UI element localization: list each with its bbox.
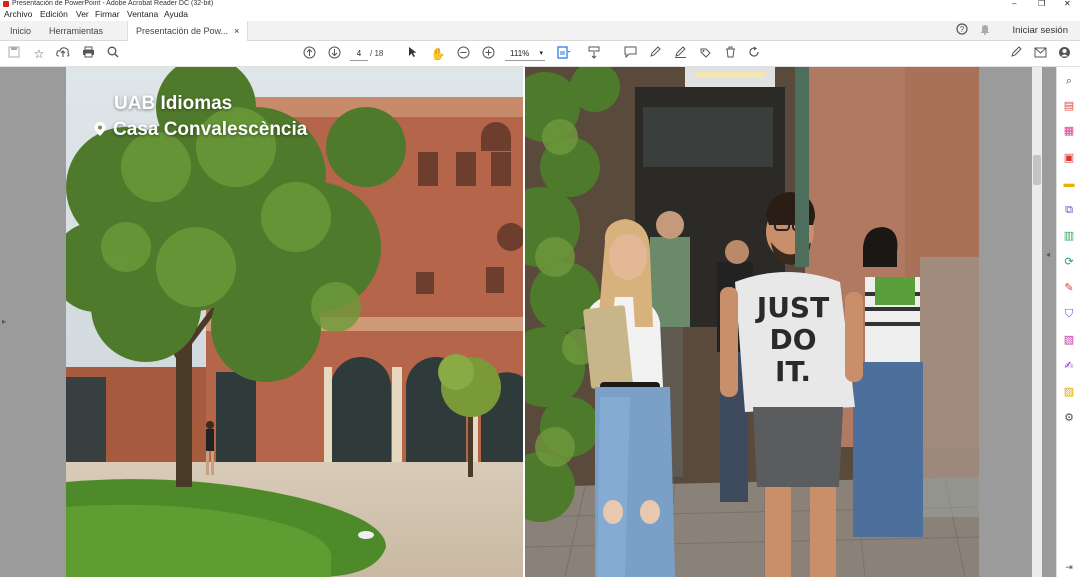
more-tools-icon[interactable]: ⚙ (1061, 410, 1077, 426)
svg-text:?: ? (960, 25, 965, 34)
shirt-text-line1: JUST (755, 291, 829, 324)
tab-home[interactable]: Inicio (10, 21, 31, 41)
page-number-input[interactable]: 4 (350, 47, 368, 61)
trash-icon[interactable] (722, 46, 738, 62)
fill-sign-icon[interactable] (1008, 46, 1024, 62)
zoom-level-value: 111% (510, 49, 530, 58)
slide-heading: UAB Idiomas (114, 93, 233, 114)
title-bar: Presentación de PowerPoint - Adobe Acrob… (0, 0, 1080, 8)
create-pdf-icon[interactable]: ▦ (1061, 123, 1077, 139)
location-pin-icon (94, 122, 106, 136)
account-icon[interactable] (1056, 46, 1072, 62)
vertical-scrollbar[interactable] (1032, 67, 1042, 577)
fill-sign-tool-icon[interactable]: ✎ (1061, 280, 1077, 296)
comment-tool-icon[interactable]: ▬ (1061, 176, 1077, 192)
prepare-form-icon[interactable]: ▧ (1061, 332, 1077, 348)
maximize-button[interactable]: ❐ (1038, 0, 1045, 8)
slide-location-text: Casa Convalescència (113, 119, 308, 140)
edit-pdf-icon[interactable]: ▣ (1061, 150, 1077, 166)
building-illustration (66, 67, 523, 577)
menu-edicion[interactable]: Edición (40, 8, 68, 21)
search-icon[interactable] (105, 46, 121, 62)
minimize-button[interactable]: – (1012, 0, 1016, 8)
mail-icon[interactable] (1032, 46, 1048, 62)
menu-archivo[interactable]: Archivo (4, 8, 32, 21)
export-pdf-icon[interactable]: ▤ (1061, 98, 1077, 114)
page-total: / 18 (370, 49, 384, 58)
left-panel-toggle-icon[interactable]: ▸ (2, 317, 6, 326)
scrollbar-thumb[interactable] (1033, 155, 1041, 185)
zoom-level-select[interactable]: 111% ▾ (505, 47, 545, 61)
building-photo: UAB Idiomas Casa Convalescència (66, 67, 523, 577)
shirt-text-line3: IT. (775, 355, 811, 388)
menu-ventana[interactable]: Ventana (127, 8, 158, 21)
arrow-down-icon[interactable] (326, 46, 342, 62)
tab-tools[interactable]: Herramientas (49, 21, 103, 41)
printer-icon[interactable] (80, 46, 96, 62)
comment-icon[interactable] (622, 46, 638, 62)
zoom-out-icon[interactable] (455, 46, 471, 62)
zoom-in-icon[interactable] (480, 46, 496, 62)
rotate-icon[interactable] (746, 46, 762, 62)
cloud-upload-icon[interactable] (55, 46, 71, 62)
shirt-text-line2: DO (769, 323, 816, 356)
right-panel-toggle-icon[interactable]: ◂ (1046, 250, 1050, 259)
pdf-page: UAB Idiomas Casa Convalescència JUST DO … (66, 67, 979, 577)
stamp-icon[interactable] (697, 46, 713, 62)
pen-icon[interactable] (647, 46, 663, 62)
scroll-mode-icon[interactable] (586, 46, 602, 62)
menu-firmar[interactable]: Firmar (95, 8, 120, 21)
combine-files-icon[interactable]: ⧉ (1061, 202, 1077, 218)
signin-link[interactable]: Iniciar sesión (1013, 21, 1068, 41)
scan-ocr-icon[interactable]: ▨ (1061, 384, 1077, 400)
slide-location: Casa Convalescència (94, 117, 307, 143)
save-icon[interactable] (6, 46, 22, 62)
close-window-button[interactable]: ✕ (1064, 0, 1071, 8)
cursor-icon[interactable] (405, 46, 421, 62)
collapse-sidebar-icon[interactable]: ⇥ (1061, 559, 1077, 575)
help-icon[interactable]: ? (954, 23, 970, 39)
menu-ayuda[interactable]: Ayuda (164, 8, 188, 21)
window-title: Presentación de PowerPoint - Adobe Acrob… (12, 0, 214, 7)
hand-icon[interactable]: ✋ (430, 46, 446, 62)
menu-bar: Archivo Edición Ver Firmar Ventana Ayuda (0, 8, 1080, 21)
arrow-up-icon[interactable] (301, 46, 317, 62)
tab-bar: Inicio Herramientas Presentación de Pow.… (0, 21, 1080, 42)
tab-document-label: Presentación de Pow... (136, 26, 229, 36)
fit-page-icon[interactable] (556, 46, 572, 62)
main-toolbar: ☆ 4 / 18 ✋ 111% ▾ (0, 41, 1080, 67)
students-illustration: JUST DO IT. (525, 67, 979, 577)
send-for-signature-icon[interactable]: ✍ (1061, 358, 1077, 374)
acrobat-app-icon (3, 1, 9, 7)
protect-icon[interactable]: ⛉ (1061, 306, 1077, 322)
compress-pdf-icon[interactable]: ⟳ (1061, 254, 1077, 270)
star-icon[interactable]: ☆ (31, 46, 47, 62)
signature-icon[interactable] (672, 46, 688, 62)
menu-ver[interactable]: Ver (76, 8, 89, 21)
bell-icon[interactable] (977, 23, 993, 39)
tools-sidebar: ⌕ ▤ ▦ ▣ ▬ ⧉ ▥ ⟳ ✎ ⛉ ▧ ✍ ▨ ⚙ ⇥ (1056, 67, 1080, 577)
chevron-down-icon: ▾ (539, 50, 543, 57)
zoom-tool-icon[interactable]: ⌕ (1061, 73, 1077, 89)
organize-pages-icon[interactable]: ▥ (1061, 228, 1077, 244)
document-viewer[interactable]: ▸ UAB Idiomas Casa Convalescència JUST D… (0, 67, 1056, 577)
tab-document[interactable]: Presentación de Pow... × (127, 21, 249, 42)
tab-close-icon[interactable]: × (234, 26, 239, 36)
students-photo: JUST DO IT. (525, 67, 979, 577)
